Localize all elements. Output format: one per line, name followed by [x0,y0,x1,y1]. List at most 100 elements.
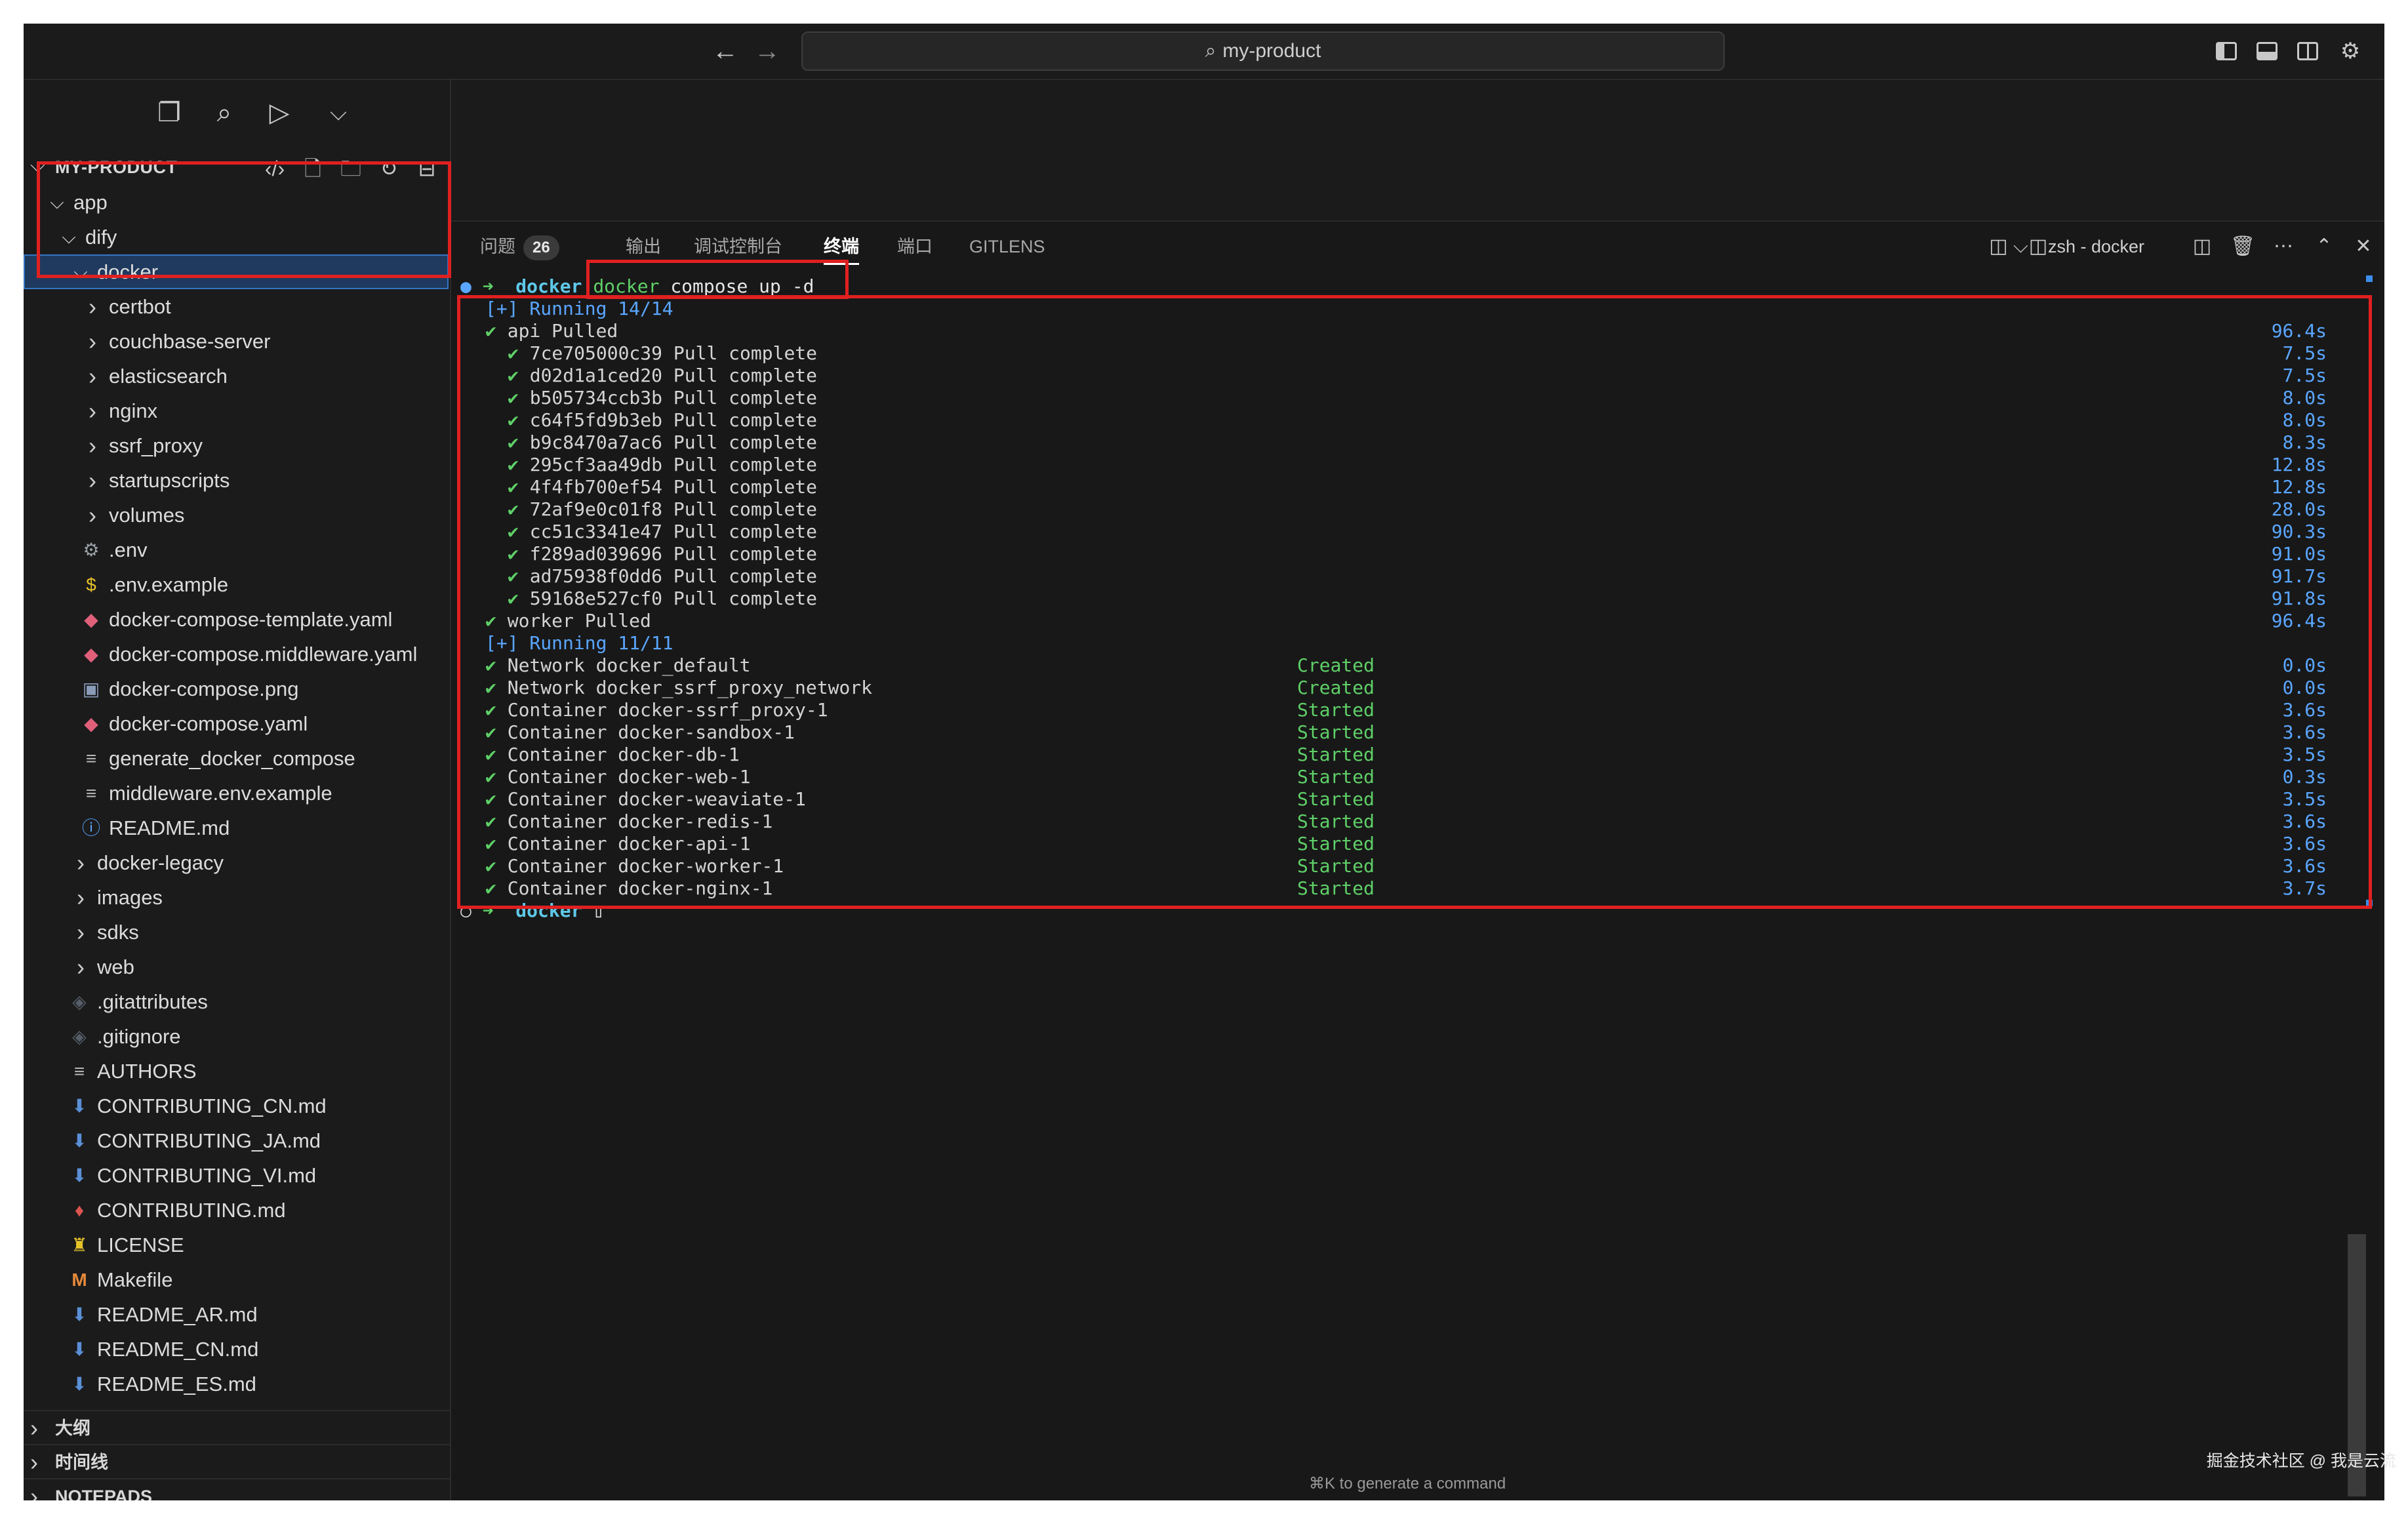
settings-file-icon: ⚙ [83,540,100,560]
tree-file[interactable]: ⬇ README_ES.md [24,1367,449,1401]
panel-tab-label: 终端 [824,237,859,256]
chevron-down-icon[interactable]: ⌵ [319,93,358,132]
tree-folder[interactable]: › couchbase-server [24,324,449,359]
docker-whale-icon: ◆ [84,609,98,630]
panel-tab[interactable]: 终端 [824,233,859,265]
tree-item-label: web [97,955,134,978]
explorer-files-icon[interactable]: ❐ [150,93,189,132]
tree-file[interactable]: ◆ docker-compose-template.yaml [24,602,449,637]
git-icon: ◈ [72,992,87,1012]
tree-item-label: docker-compose.yaml [109,712,308,735]
highlight-box-output [457,295,2372,909]
tree-file[interactable]: ≡ middleware.env.example [24,776,449,811]
toggle-primary-sidebar-icon[interactable] [2213,35,2244,67]
tree-file[interactable]: ◆ docker-compose.yaml [24,706,449,741]
prompt-dot-icon: ● [460,275,483,297]
tree-file[interactable]: ▣ docker-compose.png [24,672,449,706]
tree-folder[interactable]: › web [24,950,449,984]
toggle-panel-icon[interactable] [2253,35,2285,67]
tree-file[interactable]: ⚙ .env [24,532,449,567]
tree-folder[interactable]: › nginx [24,393,449,428]
toggle-secondary-sidebar-icon[interactable] [2294,35,2325,67]
git-icon: ◈ [72,1026,87,1047]
forward-arrow-icon[interactable]: → [748,33,787,70]
tree-item-label: images [97,886,163,909]
split-terminal-icon[interactable]: ◫ [2188,232,2217,261]
sidebar-panel-1[interactable]: › 时间线 [24,1444,450,1479]
panel-tab-label: 输出 [626,237,661,256]
tree-item-label: volumes [109,504,185,527]
chevron-right-icon: › [89,432,96,459]
more-actions-icon[interactable]: ⋯ [2269,232,2298,261]
tree-file[interactable]: M Makefile [24,1262,449,1297]
title-bar: ← → ⌕ my-product ⚙ [24,24,2384,80]
markdown-icon: ⬇ [71,1339,87,1359]
tree-file[interactable]: ◈ .gitattributes [24,984,449,1019]
tree-folder[interactable]: › ssrf_proxy [24,428,449,463]
settings-gear-icon[interactable]: ⚙ [2335,35,2366,67]
command-center-search[interactable]: ⌕ my-product [801,31,1725,71]
tree-file[interactable]: ◆ docker-compose.middleware.yaml [24,637,449,672]
tree-item-label: Makefile [97,1268,173,1291]
tree-file[interactable]: ≡ AUTHORS [24,1054,449,1089]
maximize-panel-icon[interactable]: ⌃ [2310,232,2338,261]
makefile-icon: M [71,1270,87,1290]
search-icon[interactable]: ⌕ [205,93,244,132]
terminal-name[interactable]: zsh - docker [2048,232,2144,261]
tree-item-label: .env.example [109,573,229,596]
docker-whale-icon: ◆ [84,713,98,734]
tree-file[interactable]: ♦ CONTRIBUTING.md [24,1193,449,1228]
prompt-arrow-icon: ➜ [482,275,516,297]
trash-icon[interactable]: 🗑 [2228,232,2257,261]
tree-folder[interactable]: › docker-legacy [24,845,449,880]
tree-item-label: startupscripts [109,469,230,492]
tree-file[interactable]: ⓘ README.md [24,811,449,845]
tree-file[interactable]: ⬇ README_CN.md [24,1332,449,1367]
tree-file[interactable]: $ .env.example [24,567,449,602]
chevron-right-icon: › [30,1449,38,1475]
chevron-right-icon: › [77,849,85,876]
tree-folder[interactable]: › startupscripts [24,463,449,498]
tree-file[interactable]: ⬇ CONTRIBUTING_JA.md [24,1123,449,1158]
tree-file[interactable]: ♜ LICENSE [24,1228,449,1262]
markdown-icon: ⬇ [71,1131,87,1151]
tree-file[interactable]: ⬇ CONTRIBUTING_CN.md [24,1089,449,1123]
tree-file[interactable]: ◈ .gitignore [24,1019,449,1054]
tree-item-label: sdks [97,921,139,944]
tree-folder[interactable]: › sdks [24,915,449,950]
tree-folder[interactable]: › certbot [24,289,449,324]
tree-file[interactable]: ≡ generate_docker_compose [24,741,449,776]
tree-item-label: elasticsearch [109,365,228,388]
panel-tab[interactable]: 端口 [897,233,933,260]
tree-file[interactable]: ⬇ README_AR.md [24,1297,449,1332]
info-icon: ⓘ [81,818,100,838]
sidebar-panel-label: NOTEPADS [55,1487,153,1500]
chevron-right-icon: › [30,1414,38,1441]
tree-item-label: .gitignore [97,1025,181,1048]
panel-tab[interactable]: 问题 26 [480,233,559,260]
panel-tab[interactable]: 输出 [626,233,661,260]
tree-folder[interactable]: › elasticsearch [24,359,449,393]
panel-tab[interactable]: GITLENS [969,233,1045,260]
tree-item-label: README_ES.md [97,1373,256,1395]
chevron-right-icon: › [77,919,85,946]
tree-item-label: .env [109,538,148,561]
highlight-box-command [586,260,849,299]
panel-tab-label: 调试控制台 [694,237,782,256]
tree-folder[interactable]: › volumes [24,498,449,532]
tree-folder[interactable]: › images [24,880,449,915]
back-arrow-icon[interactable]: ← [706,33,745,70]
sidebar-panel-2[interactable]: › NOTEPADS [24,1478,450,1500]
run-debug-icon[interactable]: ▷ [260,93,299,132]
text-lines-icon: ≡ [73,1061,85,1081]
panel-tab[interactable]: 调试控制台 [694,233,782,260]
tree-item-label: ssrf_proxy [109,434,203,457]
primary-sidebar: ❐ ⌕ ▷ ⌵ ⌵ MY-PRODUCT ‹/› 🗋 🗀 ↻ ⊟ ⌵ app ⌵ di… [24,80,451,1500]
search-text: my-product [1222,40,1321,62]
markdown-icon: ⬇ [71,1165,87,1186]
close-panel-icon[interactable]: ✕ [2349,232,2378,261]
sidebar-panel-0[interactable]: › 大纲 [24,1410,450,1445]
tree-file[interactable]: ⬇ CONTRIBUTING_VI.md [24,1158,449,1193]
chevron-right-icon: › [89,502,96,529]
tree-item-label: CONTRIBUTING_VI.md [97,1164,317,1187]
